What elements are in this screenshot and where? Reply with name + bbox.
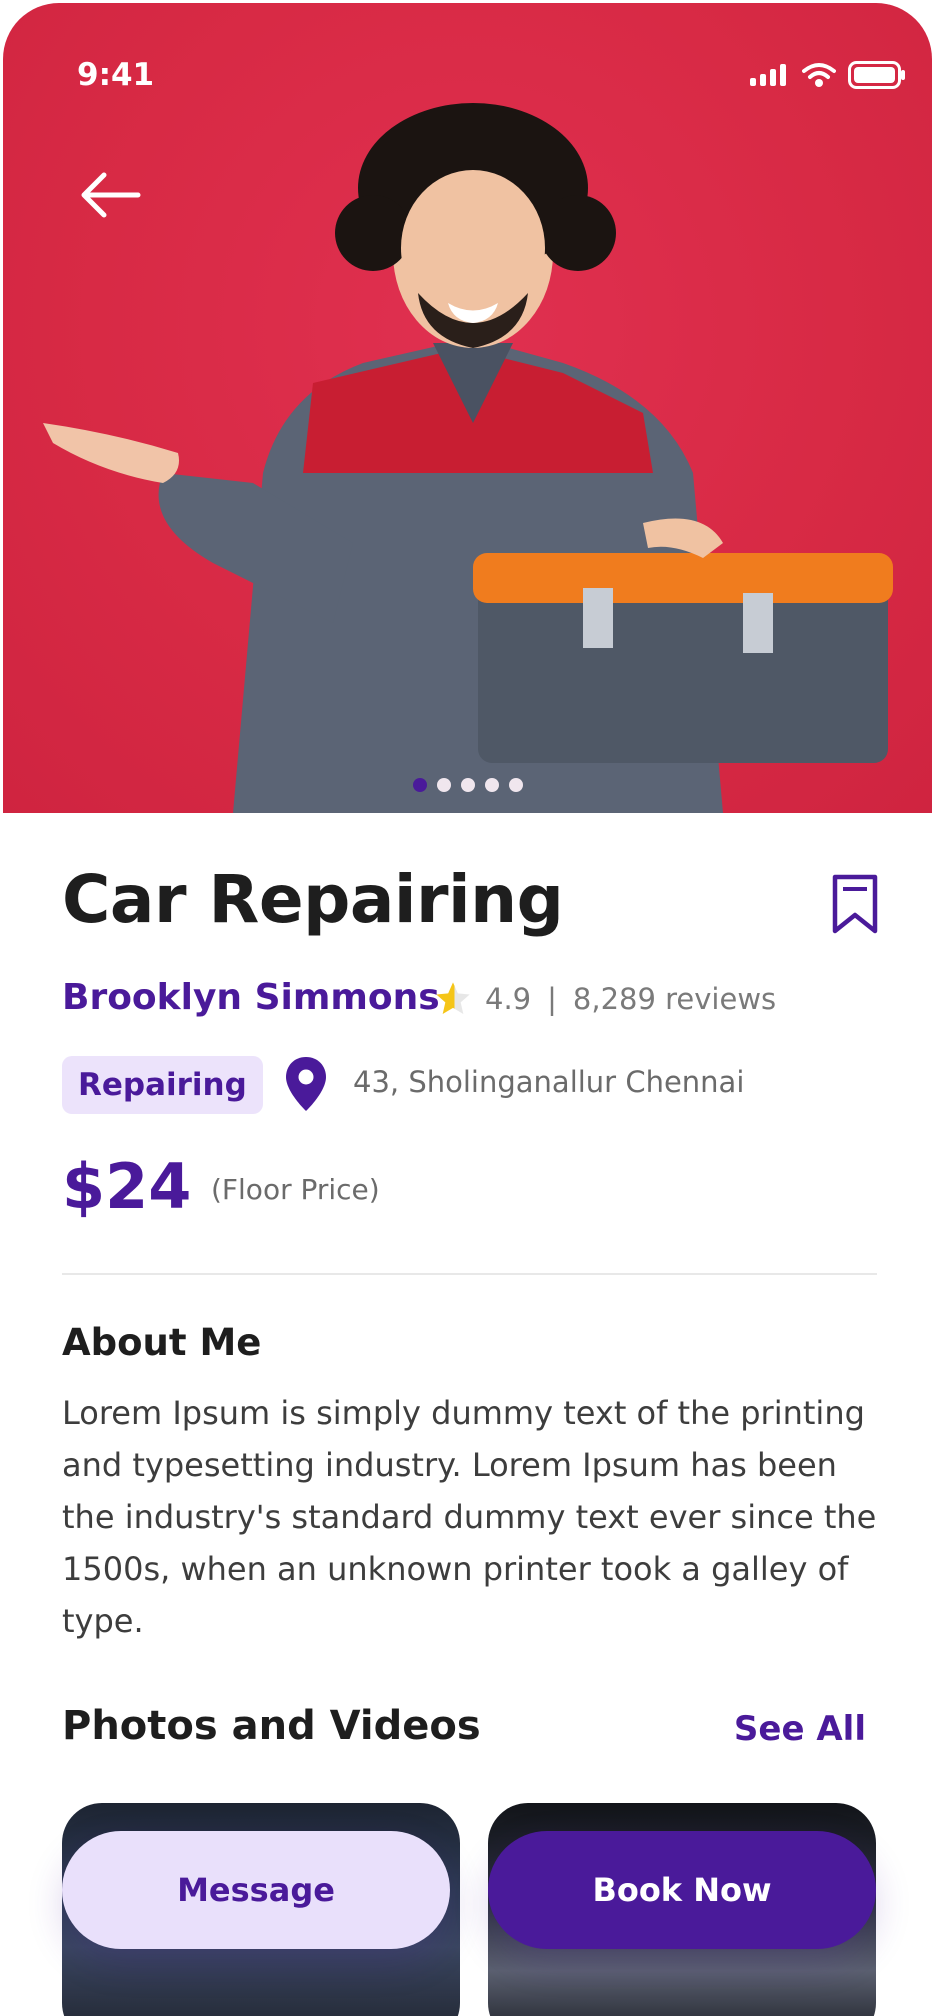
signal-icon — [750, 64, 786, 86]
divider — [62, 1273, 877, 1275]
provider-name[interactable]: Brooklyn Simmons — [62, 977, 440, 1018]
carousel-dot[interactable] — [460, 778, 475, 792]
price-value: $24 — [62, 1150, 192, 1223]
battery-icon — [848, 61, 905, 89]
price-note: (Floor Price) — [211, 1173, 380, 1206]
book-now-button[interactable]: Book Now — [488, 1831, 876, 1949]
phone-frame: 9:41 Car Repairing Brooklyn Simmons 4.9 … — [3, 3, 932, 2016]
hero-illustration — [43, 103, 893, 813]
hero-image[interactable]: 9:41 — [3, 3, 932, 813]
review-count[interactable]: 8,289 reviews — [573, 982, 776, 1016]
carousel-dot[interactable] — [436, 778, 451, 792]
status-icons — [750, 61, 906, 89]
message-button[interactable]: Message — [62, 1831, 450, 1949]
status-time: 9:41 — [77, 57, 155, 93]
rating-row: 4.9 | 8,289 reviews — [433, 979, 776, 1019]
carousel-dot[interactable] — [412, 778, 427, 792]
see-all-link[interactable]: See All — [734, 1709, 866, 1749]
category-tag: Repairing — [62, 1056, 263, 1114]
page-title: Car Repairing — [62, 861, 564, 938]
back-arrow-icon — [81, 172, 141, 218]
media-section-title: Photos and Videos — [62, 1703, 481, 1749]
location-text: 43, Sholinganallur Chennai — [353, 1065, 745, 1099]
rating-separator: | — [547, 982, 557, 1016]
rating-value: 4.9 — [485, 982, 532, 1016]
bookmark-icon[interactable] — [831, 873, 879, 935]
back-button[interactable] — [75, 165, 145, 225]
about-text: Lorem Ipsum is simply dummy text of the … — [62, 1394, 877, 1640]
star-icon — [436, 982, 470, 1014]
carousel-dot[interactable] — [508, 778, 523, 792]
location-pin-icon — [286, 1057, 326, 1111]
carousel-dot[interactable] — [484, 778, 499, 792]
wifi-icon — [802, 63, 836, 87]
about-title: About Me — [62, 1321, 262, 1364]
carousel-indicator — [3, 778, 932, 792]
